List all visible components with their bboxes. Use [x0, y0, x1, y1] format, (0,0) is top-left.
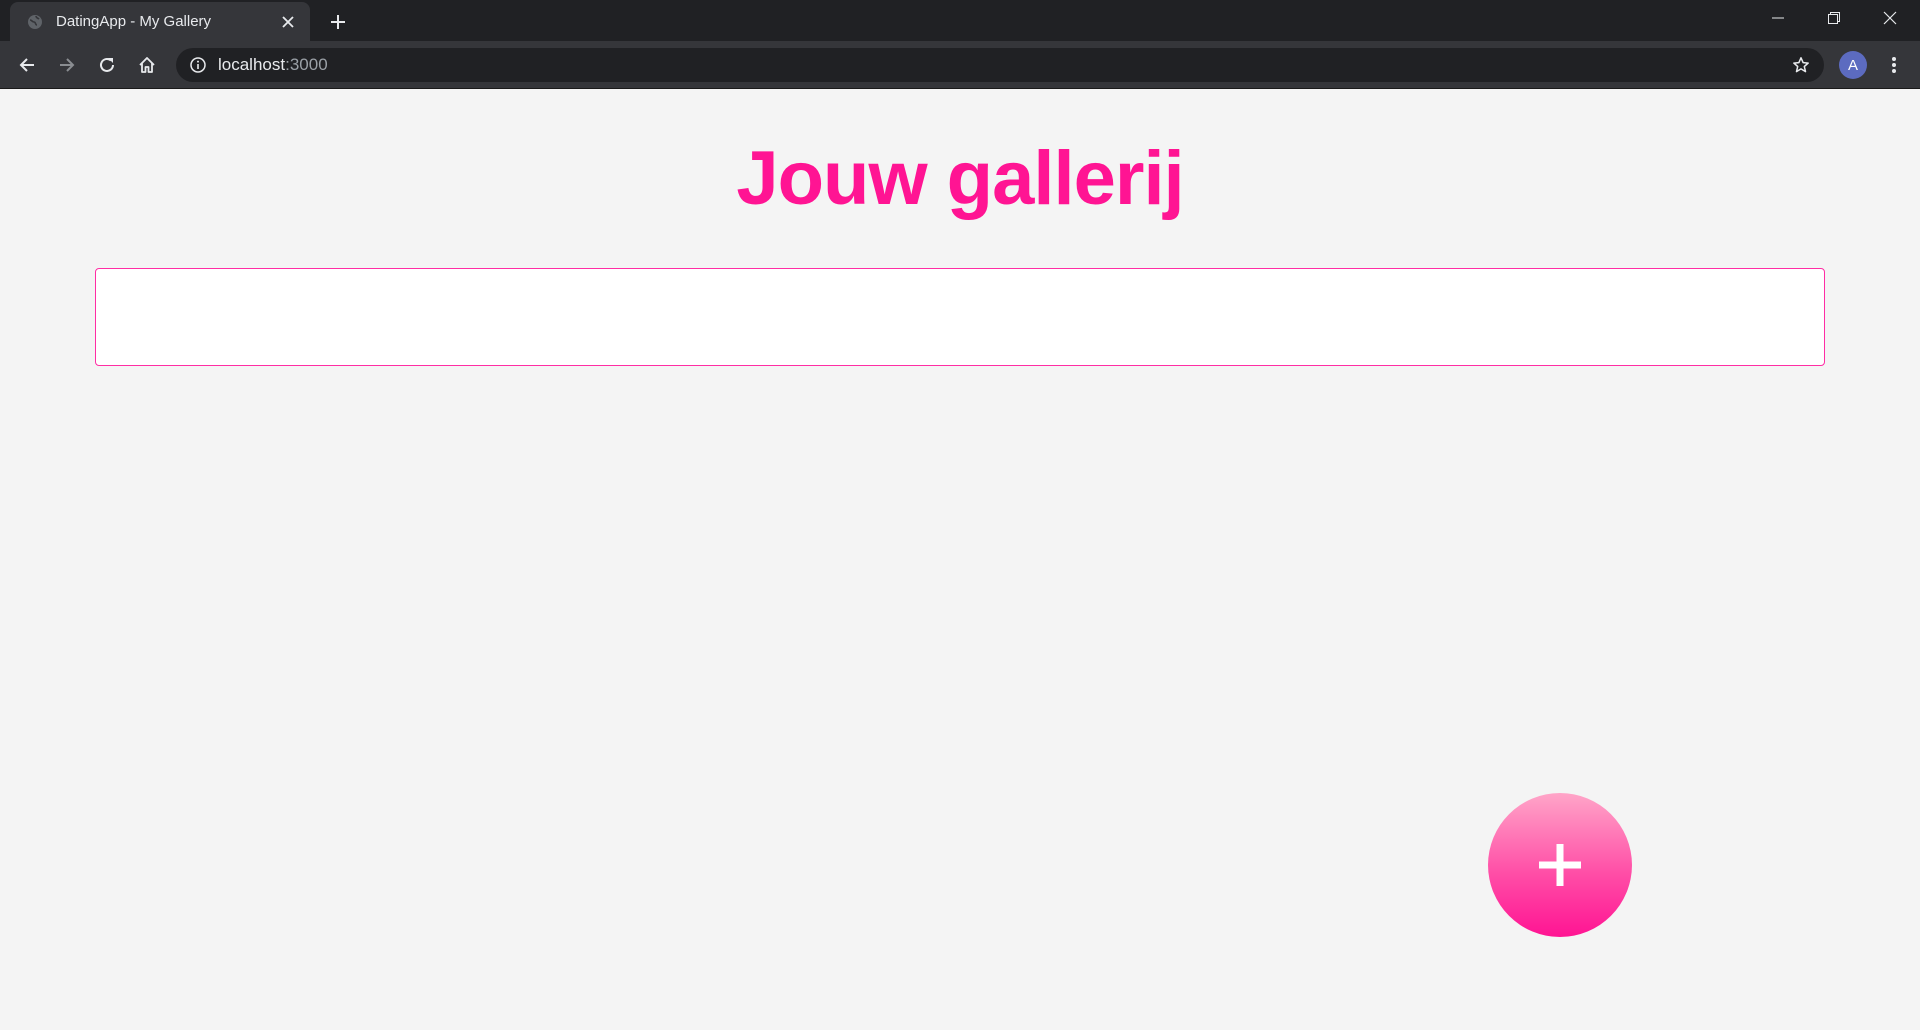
- browser-menu-button[interactable]: [1880, 51, 1908, 79]
- address-url: localhost:3000: [218, 55, 1790, 75]
- page-content: Jouw gallerij: [0, 89, 1920, 1030]
- plus-icon: [331, 15, 345, 29]
- gallery-container: [95, 268, 1825, 366]
- back-button[interactable]: [12, 50, 42, 80]
- restore-icon: [1828, 12, 1840, 24]
- url-port: :3000: [285, 55, 328, 74]
- forward-button[interactable]: [52, 50, 82, 80]
- home-button[interactable]: [132, 50, 162, 80]
- arrow-left-icon: [19, 58, 34, 72]
- window-close-button[interactable]: [1862, 0, 1918, 36]
- close-icon[interactable]: [278, 12, 298, 32]
- reload-button[interactable]: [92, 50, 122, 80]
- reload-icon: [100, 57, 114, 72]
- minimize-icon: [1772, 17, 1784, 19]
- arrow-right-icon: [60, 58, 75, 72]
- window-restore-button[interactable]: [1806, 0, 1862, 36]
- browser-tab[interactable]: DatingApp - My Gallery: [10, 2, 310, 41]
- url-host: localhost: [218, 55, 286, 74]
- address-bar[interactable]: localhost:3000: [176, 48, 1824, 82]
- tab-title: DatingApp - My Gallery: [56, 13, 212, 30]
- plus-icon: [1539, 844, 1581, 886]
- globe-icon: [26, 13, 44, 31]
- browser-tab-bar: DatingApp - My Gallery: [0, 0, 1920, 41]
- close-icon: [1883, 11, 1897, 25]
- info-icon[interactable]: [188, 55, 208, 75]
- add-photo-button[interactable]: [1488, 793, 1632, 937]
- profile-avatar[interactable]: A: [1839, 51, 1867, 79]
- browser-toolbar: localhost:3000 A: [0, 41, 1920, 89]
- home-icon: [139, 57, 155, 73]
- kebab-menu-icon: [1892, 57, 1896, 73]
- window-minimize-button[interactable]: [1750, 0, 1806, 36]
- new-tab-button[interactable]: [326, 10, 350, 34]
- star-icon[interactable]: [1790, 54, 1812, 76]
- page-title: Jouw gallerij: [736, 136, 1184, 221]
